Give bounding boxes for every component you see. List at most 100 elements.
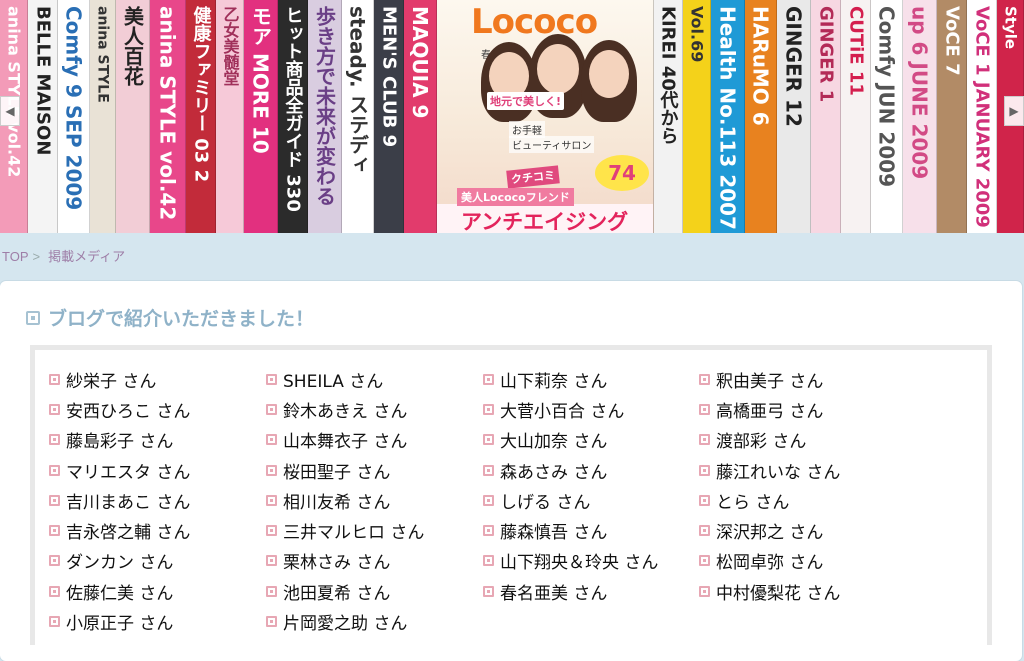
blogger-list-item[interactable]: ダンカン さん — [49, 546, 190, 576]
square-bullet-icon — [699, 555, 710, 567]
square-bullet-icon — [49, 464, 60, 476]
blogger-list-item[interactable]: 片岡愛之助 さん — [266, 606, 424, 636]
cover-logo: Lococo — [471, 2, 598, 42]
blogger-list-item[interactable]: 渡部彩 さん — [699, 425, 840, 455]
magazine-spine-title: 歩き方で未来が変わる — [312, 6, 337, 206]
blogger-name: 佐藤仁美 さん — [66, 583, 174, 604]
blogger-list-item[interactable]: 安西ひろこ さん — [49, 394, 190, 424]
blogger-list-item[interactable]: 吉川まあこ さん — [49, 485, 190, 515]
square-bullet-icon — [266, 585, 277, 597]
magazine-spine-title: 美人百花 — [120, 6, 145, 86]
square-bullet-icon — [266, 555, 277, 567]
blogger-list-item[interactable]: 相川友希 さん — [266, 485, 424, 515]
square-bullet-icon — [483, 585, 494, 597]
blogger-list-item[interactable]: 紗栄子 さん — [49, 364, 190, 394]
blogger-list-item[interactable]: 松岡卓弥 さん — [699, 546, 840, 576]
magazine-spine: GINGER 12 — [777, 0, 811, 233]
blogger-name: 池田夏希 さん — [283, 583, 391, 604]
blogger-name: 藤森慎吾 さん — [500, 523, 608, 544]
magazine-spine: up 6 JUNE 2009 — [903, 0, 937, 233]
breadcrumb-separator: > — [32, 249, 41, 264]
magazine-spine-title: Vol.69 — [687, 6, 707, 63]
magazine-spine-title: Comfy JUN 2009 — [874, 6, 899, 188]
magazine-banner: anina STYLE vol.42 BELLE MAISON Comfy 9 SE… — [0, 0, 1024, 233]
blogger-name: 安西ひろこ さん — [66, 401, 191, 422]
blogger-list-item[interactable]: 桜田聖子 さん — [266, 455, 424, 485]
blogger-name: 釈由美子 さん — [716, 371, 824, 392]
magazine-spine-title: GINGER 1 — [815, 6, 837, 103]
square-bullet-icon — [49, 525, 60, 537]
cover-kuchikomi: クチコミ — [506, 165, 560, 189]
blogger-list-item[interactable]: しげる さん — [483, 485, 658, 515]
blogger-list-item[interactable]: 栗林さみ さん — [266, 546, 424, 576]
blogger-list-item[interactable]: 吉永啓之輔 さん — [49, 515, 190, 545]
blogger-list-item[interactable]: 鈴木あきえ さん — [266, 394, 424, 424]
magazine-spine-title: 乙女美髄堂 — [220, 6, 240, 86]
magazine-spine-title: GINGER 12 — [781, 6, 806, 127]
name-column-2: SHEILA さん鈴木あきえ さん山本舞衣子 さん 桜田聖子 さん相川友希 さん三… — [266, 364, 424, 637]
blogger-list-item[interactable]: 藤森慎吾 さん — [483, 515, 658, 545]
magazine-spine-title: 健康ファミリー 03 2 — [190, 6, 212, 183]
blogger-name: 松岡卓弥 さん — [716, 553, 824, 574]
magazine-spine-title: MAQUIA 9 — [408, 6, 432, 119]
square-bullet-icon — [49, 494, 60, 506]
blogger-name: 山下莉奈 さん — [500, 371, 608, 392]
blogger-list-item[interactable]: 佐藤仁美 さん — [49, 576, 190, 606]
blogger-list-item[interactable]: 山本舞衣子 さん — [266, 425, 424, 455]
square-bullet-icon — [49, 434, 60, 446]
featured-magazine-cover: Lococo 春 町田 地元で美しく! お手軽 ビューティサロン 74 クチコミ… — [437, 0, 654, 233]
blogger-list-item[interactable]: 小原正子 さん — [49, 606, 190, 636]
magazine-spine: anina STYLE — [90, 0, 116, 233]
blogger-list-item[interactable]: SHEILA さん — [266, 364, 424, 394]
blogger-name: 吉永啓之輔 さん — [66, 523, 191, 544]
blogger-list-item[interactable]: 山下翔央＆玲央 さん — [483, 546, 658, 576]
blogger-list-item[interactable]: 山下莉奈 さん — [483, 364, 658, 394]
magazine-spine: VoCE 1 JANUARY 2009 — [967, 0, 997, 233]
square-bullet-icon — [699, 494, 710, 506]
blogger-list-item[interactable]: 池田夏希 さん — [266, 576, 424, 606]
blogger-name: 山下翔央＆玲央 さん — [500, 553, 659, 574]
blogger-list-item[interactable]: 藤江れいな さん — [699, 455, 840, 485]
square-bullet-icon — [483, 403, 494, 415]
square-bullet-icon — [266, 616, 277, 628]
square-bullet-icon — [26, 310, 40, 325]
blogger-list-item[interactable]: とら さん — [699, 485, 840, 515]
blogger-name: 渡部彩 さん — [716, 432, 807, 453]
cover-bottom-title: アンチエイジング — [461, 210, 629, 233]
square-bullet-icon — [699, 464, 710, 476]
blogger-list-item[interactable]: 中村優梨花 さん — [699, 576, 840, 606]
blogger-name: 鈴木あきえ さん — [283, 401, 408, 422]
breadcrumb-top-link[interactable]: TOP — [2, 249, 29, 264]
blogger-list-item[interactable]: 藤島彩子 さん — [49, 425, 190, 455]
square-bullet-icon — [483, 494, 494, 506]
blogger-name: 相川友希 さん — [283, 492, 391, 513]
magazine-spine-title: モア MORE 10 — [248, 6, 273, 154]
blogger-list-item[interactable]: マリエスタ さん — [49, 455, 190, 485]
blogger-name: SHEILA さん — [283, 371, 384, 392]
blogger-list-item[interactable]: 高橋亜弓 さん — [699, 394, 840, 424]
banner-next-button[interactable]: ▶ — [1004, 96, 1024, 126]
blogger-list-item[interactable]: 三井マルヒロ さん — [266, 515, 424, 545]
square-bullet-icon — [483, 525, 494, 537]
blogger-list-item[interactable]: 深沢邦之 さん — [699, 515, 840, 545]
blogger-list-item[interactable]: 大山加奈 さん — [483, 425, 658, 455]
magazine-spine-title: Style — [1001, 6, 1020, 50]
magazine-spine: モア MORE 10 — [244, 0, 278, 233]
magazine-spine-title: MEN'S CLUB 9 — [378, 6, 400, 148]
blogger-list-item[interactable]: 森あさみ さん — [483, 455, 658, 485]
banner-prev-button[interactable]: ◀ — [0, 96, 20, 126]
blogger-list-item[interactable]: 大菅小百合 さん — [483, 394, 658, 424]
square-bullet-icon — [699, 403, 710, 415]
magazine-spine: steady. ステディ — [342, 0, 374, 233]
blogger-list-item[interactable]: 釈由美子 さん — [699, 364, 840, 394]
square-bullet-icon — [483, 464, 494, 476]
magazine-spine: 乙女美髄堂 — [216, 0, 244, 233]
magazine-spine-title: Health No.113 2007 8 — [715, 6, 740, 233]
magazine-spine: CUTiE 11 — [841, 0, 871, 233]
blogger-name: 小原正子 さん — [66, 614, 174, 635]
blogger-list-item[interactable]: 春名亜美 さん — [483, 576, 658, 606]
blogger-name: 春名亜美 さん — [500, 583, 608, 604]
cover-model-face — [589, 50, 629, 98]
name-column-1: 紗栄子 さん安西ひろこ さん藤島彩子 さん マリエスタ さん 吉川まあこ さん吉永啓… — [49, 364, 190, 637]
square-bullet-icon — [699, 525, 710, 537]
